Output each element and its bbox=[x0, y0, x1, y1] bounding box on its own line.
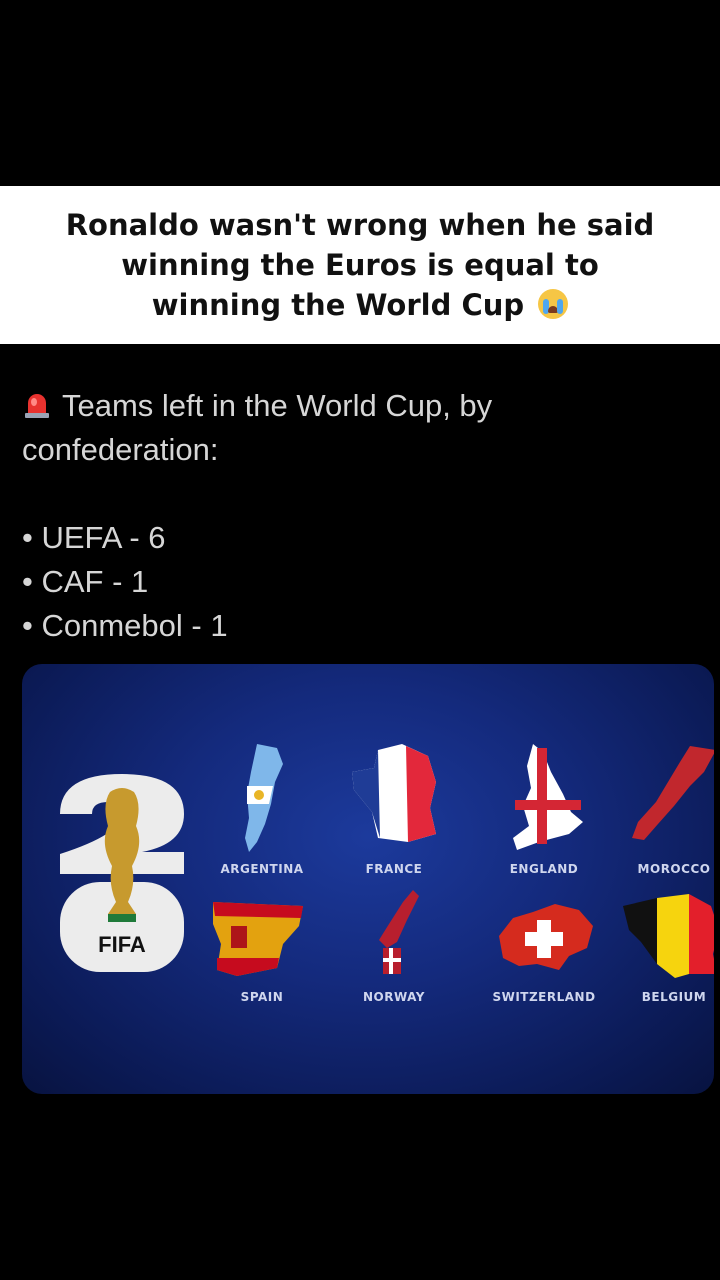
world-cup-graphic: FIFA ARGENTINA FRANCE ENGLAND MOROCCO SP… bbox=[22, 664, 714, 1094]
norway-map-icon bbox=[379, 890, 419, 974]
belgium-map-icon bbox=[623, 894, 714, 978]
country-label: NORWAY bbox=[362, 990, 425, 1004]
tweet-heading: Teams left in the World Cup, by bbox=[22, 384, 702, 428]
country-label: MOROCCO bbox=[637, 862, 711, 876]
country-norway: NORWAY bbox=[324, 884, 464, 1004]
list-item: • CAF - 1 bbox=[22, 564, 149, 599]
list-item: • UEFA - 6 bbox=[22, 520, 166, 555]
list-item: • Conmebol - 1 bbox=[22, 608, 228, 643]
country-morocco: MOROCCO bbox=[604, 742, 714, 876]
siren-icon bbox=[25, 394, 49, 418]
spain-map-icon bbox=[213, 902, 303, 976]
morocco-map-icon bbox=[632, 746, 714, 840]
tweet-text: Teams left in the World Cup, by confeder… bbox=[22, 384, 702, 648]
england-map-icon bbox=[513, 744, 583, 850]
tweet-heading-line-1: Teams left in the World Cup, by bbox=[62, 388, 493, 423]
country-label: ARGENTINA bbox=[220, 862, 304, 876]
caption-line-3: winning the World Cup bbox=[152, 285, 569, 325]
country-england: ENGLAND bbox=[474, 742, 614, 876]
country-label: BELGIUM bbox=[641, 990, 707, 1004]
france-map-icon bbox=[352, 744, 436, 842]
country-belgium: BELGIUM bbox=[604, 890, 714, 1004]
country-label: SWITZERLAND bbox=[492, 990, 596, 1004]
caption-line-1: Ronaldo wasn't wrong when he said bbox=[65, 208, 655, 242]
country-label: FRANCE bbox=[365, 862, 423, 876]
caption-line-2: winning the Euros is equal to bbox=[121, 248, 599, 282]
country-spain: SPAIN bbox=[192, 896, 332, 1004]
country-argentina: ARGENTINA bbox=[192, 742, 332, 876]
switzerland-map-icon bbox=[499, 904, 593, 970]
fifa-logo-text: FIFA bbox=[98, 932, 146, 957]
country-france: FRANCE bbox=[324, 742, 464, 876]
caption-bar: Ronaldo wasn't wrong when he said winnin… bbox=[0, 186, 720, 344]
tweet-heading-line-2: confederation: bbox=[22, 432, 219, 467]
country-switzerland: SWITZERLAND bbox=[474, 896, 614, 1004]
confederation-list: • UEFA - 6 • CAF - 1 • Conmebol - 1 bbox=[22, 516, 702, 648]
country-label: SPAIN bbox=[240, 990, 284, 1004]
crying-face-icon bbox=[538, 289, 569, 319]
argentina-map-icon bbox=[245, 744, 283, 852]
country-label: ENGLAND bbox=[509, 862, 579, 876]
caption-line-3-text: winning the World Cup bbox=[151, 288, 525, 322]
